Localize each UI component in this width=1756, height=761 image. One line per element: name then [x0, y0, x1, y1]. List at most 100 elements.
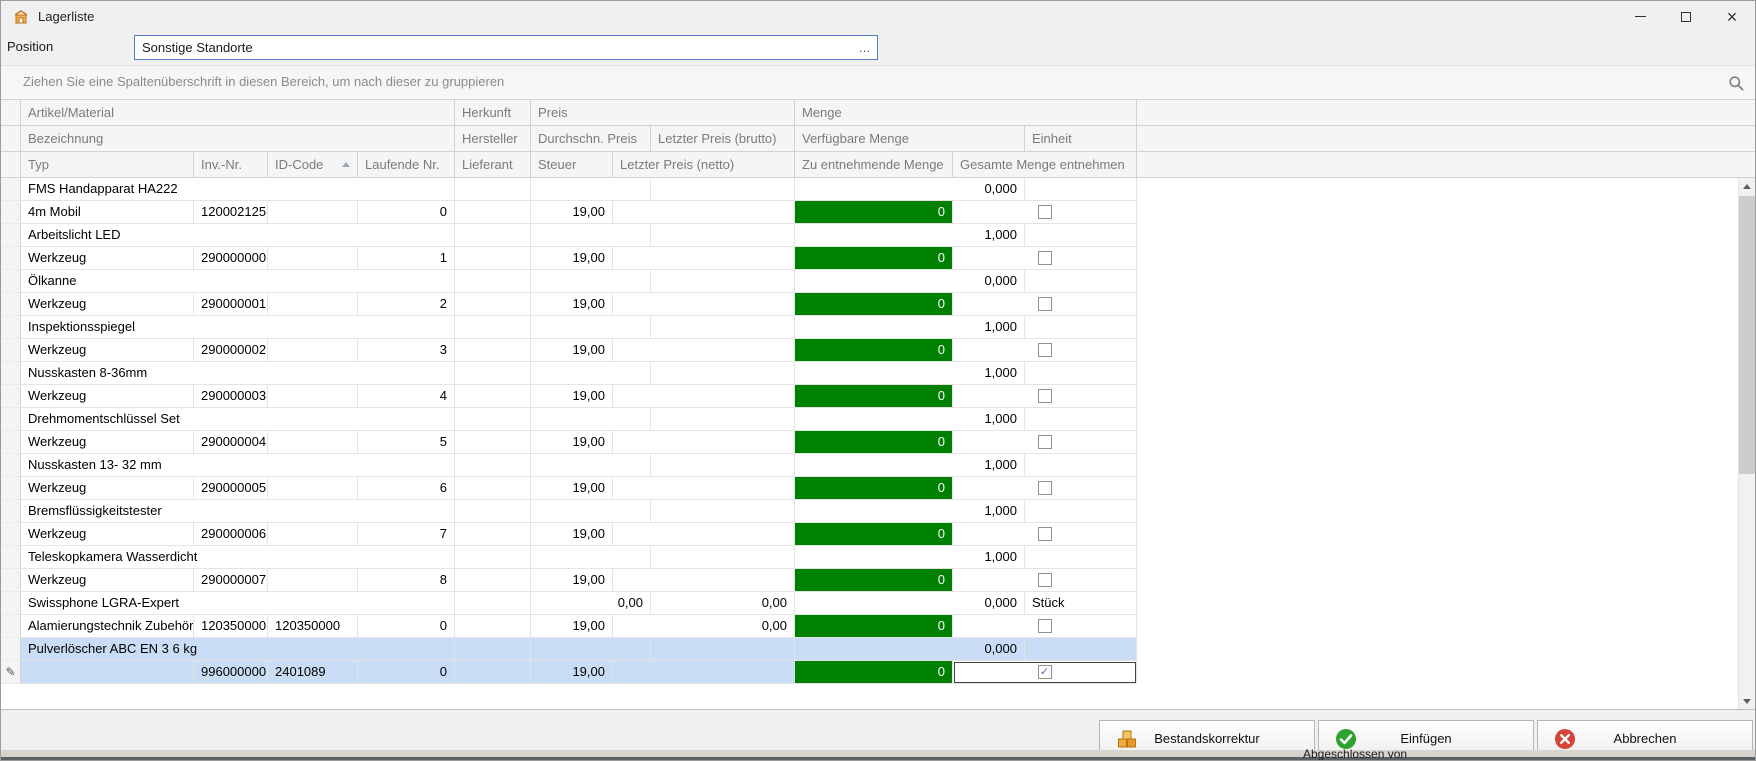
cell-einheit[interactable] [1025, 638, 1137, 661]
row-indicator[interactable] [1, 592, 21, 615]
cell-gesamt[interactable] [953, 615, 1137, 638]
gesamte-menge-checkbox[interactable] [1038, 619, 1052, 633]
cell-lfd[interactable]: 5 [358, 431, 455, 454]
cell-verf[interactable]: 0,000 [795, 270, 1025, 293]
record-row-typ[interactable]: Werkzeug290000002319,000 [1, 339, 1755, 362]
row-indicator[interactable] [1, 362, 21, 385]
cell-hersteller[interactable] [455, 270, 531, 293]
cell-steuer[interactable]: 19,00 [531, 431, 613, 454]
cell-id[interactable] [268, 523, 358, 546]
cell-id[interactable] [268, 569, 358, 592]
cell-inv[interactable]: 290000003 [194, 385, 268, 408]
cell-bezeichnung[interactable]: Arbeitslicht LED [21, 224, 455, 247]
cell-brutto[interactable] [651, 270, 795, 293]
row-indicator[interactable] [1, 638, 21, 661]
cell-zuentn[interactable]: 0 [795, 477, 953, 500]
column-header-durchschn[interactable]: Durchschn. Preis [531, 126, 651, 152]
record-row-bezeichnung[interactable]: Pulverlöscher ABC EN 3 6 kg0,000 [1, 638, 1755, 661]
cell-hersteller[interactable] [455, 592, 531, 615]
cell-netto[interactable] [613, 247, 795, 270]
cell-netto[interactable] [613, 661, 795, 684]
cell-brutto[interactable] [651, 408, 795, 431]
cell-steuer[interactable]: 19,00 [531, 385, 613, 408]
cell-verf[interactable]: 1,000 [795, 362, 1025, 385]
gesamte-menge-checkbox[interactable] [1038, 435, 1052, 449]
cell-typ[interactable]: Werkzeug [21, 431, 194, 454]
cell-netto[interactable] [613, 293, 795, 316]
row-indicator[interactable] [1, 316, 21, 339]
cell-einheit[interactable] [1025, 316, 1137, 339]
cell-gesamt[interactable] [953, 385, 1137, 408]
cell-brutto[interactable] [651, 500, 795, 523]
row-indicator[interactable] [1, 178, 21, 201]
cell-lieferant[interactable] [455, 615, 531, 638]
column-header-netto[interactable]: Letzter Preis (netto) [613, 152, 795, 178]
cell-lieferant[interactable] [455, 247, 531, 270]
cell-lieferant[interactable] [455, 661, 531, 684]
record-row-typ[interactable]: Werkzeug290000000119,000 [1, 247, 1755, 270]
cell-hersteller[interactable] [455, 454, 531, 477]
cell-einheit[interactable] [1025, 546, 1137, 569]
cell-durchschn[interactable] [531, 500, 651, 523]
gesamte-menge-checkbox[interactable] [1038, 205, 1052, 219]
cell-lfd[interactable]: 0 [358, 201, 455, 224]
record-row-bezeichnung[interactable]: FMS Handapparat HA2220,000 [1, 178, 1755, 201]
cell-einheit[interactable] [1025, 500, 1137, 523]
close-button[interactable]: × [1709, 1, 1755, 32]
cell-bezeichnung[interactable]: Nusskasten 8-36mm [21, 362, 455, 385]
cell-zuentn[interactable]: 0 [795, 615, 953, 638]
gesamte-menge-checkbox[interactable] [1038, 297, 1052, 311]
record-row-typ[interactable]: Werkzeug290000005619,000 [1, 477, 1755, 500]
band-header-preis[interactable]: Preis [531, 100, 795, 126]
row-indicator[interactable] [1, 523, 21, 546]
cell-brutto[interactable] [651, 178, 795, 201]
cell-netto[interactable] [613, 339, 795, 362]
cell-id[interactable] [268, 431, 358, 454]
cell-verf[interactable]: 0,000 [795, 638, 1025, 661]
cell-einheit[interactable] [1025, 270, 1137, 293]
scroll-up-button[interactable] [1739, 178, 1755, 195]
row-indicator[interactable] [1, 385, 21, 408]
gesamte-menge-checkbox[interactable] [1038, 481, 1052, 495]
cell-lieferant[interactable] [455, 293, 531, 316]
cell-verf[interactable]: 1,000 [795, 500, 1025, 523]
record-row-bezeichnung[interactable]: Drehmomentschlüssel Set1,000 [1, 408, 1755, 431]
cell-durchschn[interactable] [531, 362, 651, 385]
column-header-typ[interactable]: Typ [21, 152, 194, 178]
record-row-bezeichnung[interactable]: Bremsflüssigkeitstester1,000 [1, 500, 1755, 523]
cell-durchschn[interactable] [531, 454, 651, 477]
cell-lfd[interactable]: 3 [358, 339, 455, 362]
cell-id[interactable]: 120350000 [268, 615, 358, 638]
row-indicator[interactable] [1, 477, 21, 500]
row-indicator[interactable] [1, 270, 21, 293]
cell-typ[interactable] [21, 661, 194, 684]
cell-lfd[interactable]: 0 [358, 615, 455, 638]
cell-gesamt[interactable] [953, 523, 1137, 546]
cell-gesamt[interactable] [953, 431, 1137, 454]
cell-brutto[interactable] [651, 638, 795, 661]
cell-zuentn[interactable]: 0 [795, 247, 953, 270]
position-combo[interactable]: Sonstige Standorte … [134, 35, 878, 60]
cell-id[interactable] [268, 339, 358, 362]
gesamte-menge-checkbox[interactable] [1038, 527, 1052, 541]
cell-netto[interactable]: 0,00 [613, 615, 795, 638]
column-header-bezeichnung[interactable]: Bezeichnung [21, 126, 455, 152]
column-header-steuer[interactable]: Steuer [531, 152, 613, 178]
record-row-typ[interactable]: Werkzeug290000003419,000 [1, 385, 1755, 408]
cell-durchschn[interactable] [531, 178, 651, 201]
cell-bezeichnung[interactable]: Teleskopkamera Wasserdicht [21, 546, 455, 569]
cell-hersteller[interactable] [455, 546, 531, 569]
cell-hersteller[interactable] [455, 500, 531, 523]
row-indicator[interactable] [1, 431, 21, 454]
vertical-scrollbar[interactable] [1738, 178, 1755, 710]
cell-inv[interactable]: 290000000 [194, 247, 268, 270]
cell-typ[interactable]: Alamierungstechnik Zubehör [21, 615, 194, 638]
cell-gesamt[interactable] [953, 201, 1137, 224]
row-indicator[interactable] [1, 408, 21, 431]
cell-inv[interactable]: 290000002 [194, 339, 268, 362]
row-indicator[interactable] [1, 247, 21, 270]
cell-lieferant[interactable] [455, 477, 531, 500]
cell-typ[interactable]: Werkzeug [21, 523, 194, 546]
cell-lfd[interactable]: 1 [358, 247, 455, 270]
cell-durchschn[interactable] [531, 316, 651, 339]
